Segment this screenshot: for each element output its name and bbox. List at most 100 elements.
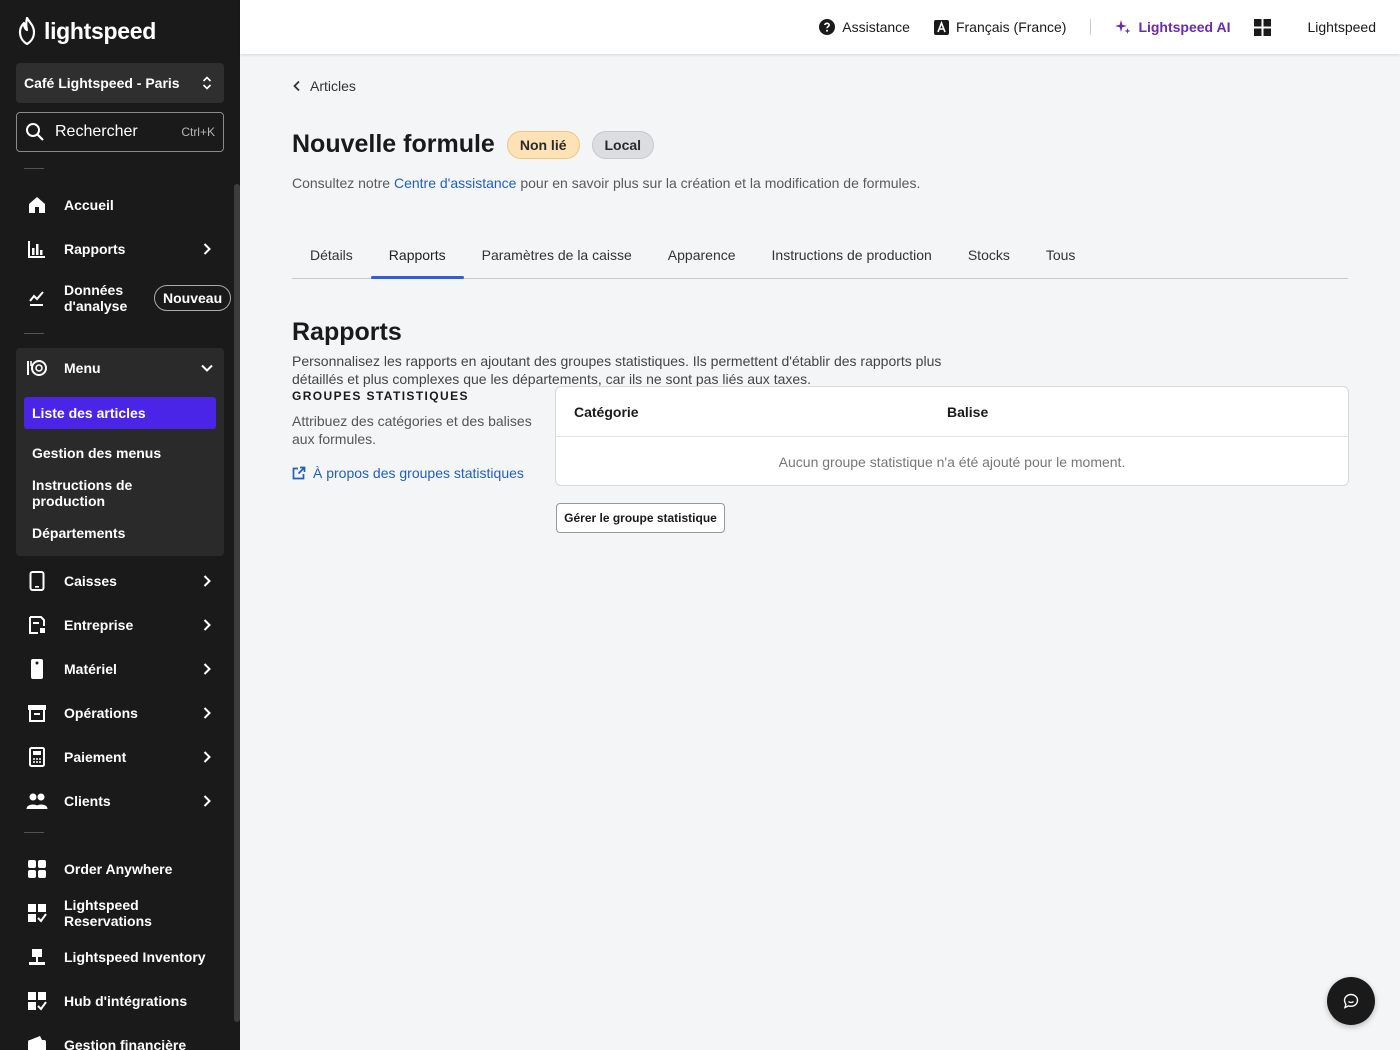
tablet-icon [26, 570, 48, 592]
sidebar-item-reservations[interactable]: Lightspeed Reservations [16, 893, 224, 933]
chevron-right-icon [203, 619, 211, 631]
external-link-icon [292, 466, 306, 480]
sidebar-item-label: Entreprise [64, 617, 134, 633]
ai-label: Lightspeed AI [1138, 19, 1231, 35]
label-line-1: Données [64, 282, 124, 298]
language-selector[interactable]: Français (France) [933, 19, 1067, 35]
tab-rapports[interactable]: Rapports [370, 232, 464, 279]
sidebar-item-hub-integrations[interactable]: Hub d'intégrations [16, 981, 224, 1021]
new-badge: Nouveau [154, 285, 232, 311]
search-shortcut: Ctrl+K [181, 125, 215, 139]
archive-icon [26, 702, 48, 724]
help-center-link[interactable]: Centre d'assistance [394, 175, 517, 191]
sidebar-item-clients[interactable]: Clients [16, 781, 224, 821]
chevron-down-icon [201, 364, 213, 372]
assistance-label: Assistance [842, 19, 910, 35]
trend-icon [26, 287, 48, 309]
apps-check-icon [26, 902, 48, 924]
column-header-tag: Balise [947, 404, 989, 420]
sidebar-subitem-departements[interactable]: Départements [24, 517, 216, 549]
tab-bar: Détails Rapports Paramètres de la caisse Ap… [292, 232, 1348, 279]
tab-tous[interactable]: Tous [1028, 232, 1094, 278]
sidebar-item-label: Paiement [64, 749, 127, 765]
sidebar-item-order-anywhere[interactable]: Order Anywhere [16, 849, 224, 889]
store-selector[interactable]: Café Lightspeed - Paris [16, 63, 224, 103]
brand-name: lightspeed [44, 17, 157, 44]
sidebar-item-caisses[interactable]: Caisses [16, 561, 224, 601]
tab-stocks[interactable]: Stocks [950, 232, 1028, 278]
account-menu[interactable]: Lightspeed [1307, 19, 1376, 35]
sidebar-subitem-instructions-production[interactable]: Instructions de production [24, 477, 216, 509]
store-name: Café Lightspeed - Paris [24, 75, 180, 91]
sidebar-item-operations[interactable]: Opérations [16, 693, 224, 733]
help-icon [819, 19, 836, 35]
chat-support-button[interactable] [1327, 977, 1375, 1025]
sidebar-search[interactable]: Rechercher Ctrl+K [16, 112, 224, 152]
breadcrumb-back-link[interactable]: Articles [292, 78, 356, 94]
language-icon [933, 19, 949, 35]
wallet-icon [26, 1034, 48, 1050]
sidebar-subitem-gestion-menus[interactable]: Gestion des menus [24, 437, 216, 469]
divider [24, 832, 44, 833]
search-label: Rechercher [55, 123, 138, 140]
app-switcher-button[interactable] [1254, 18, 1272, 36]
search-icon [26, 123, 44, 141]
label-line-2: d'analyse [64, 298, 128, 314]
sidebar-item-entreprise[interactable]: Entreprise [16, 605, 224, 645]
language-label: Français (France) [955, 19, 1067, 35]
chevron-right-icon [203, 751, 211, 763]
tab-instructions-de-production[interactable]: Instructions de production [754, 232, 950, 278]
lightspeed-logo[interactable]: lightspeed [16, 16, 156, 46]
sidebar-item-gestion-financiere[interactable]: Gestion financière [16, 1025, 224, 1050]
sidebar-item-donnees-analyse[interactable]: Données d'analyse Nouveau [16, 277, 232, 319]
sidebar-item-label: Lightspeed Inventory [64, 949, 206, 965]
help-suffix: pour en savoir plus sur la création et l… [516, 175, 921, 191]
tab-apparence[interactable]: Apparence [650, 232, 754, 278]
sidebar-subitem-liste-articles[interactable]: Liste des articles [24, 397, 216, 429]
sidebar-item-paiement[interactable]: Paiement [16, 737, 224, 777]
tab-parametres-de-la-caisse[interactable]: Paramètres de la caisse [464, 232, 650, 278]
users-icon [26, 790, 48, 812]
sidebar-item-label: Order Anywhere [64, 861, 173, 877]
statistics-groups-table: Catégorie Balise Aucun groupe statistiqu… [555, 386, 1349, 486]
sidebar-item-inventory[interactable]: Lightspeed Inventory [16, 937, 224, 977]
sidebar-item-rapports[interactable]: Rapports [16, 229, 224, 269]
table-header: Catégorie Balise [556, 387, 1348, 437]
chevron-right-icon [203, 663, 211, 675]
section-title: Rapports [292, 318, 402, 346]
sidebar-item-label: Menu [64, 360, 101, 376]
about-groups-label: À propos des groupes statistiques [313, 465, 524, 481]
title-row: Nouvelle formule Non lié Local [292, 130, 655, 159]
assistance-button[interactable]: Assistance [819, 19, 910, 35]
divider [24, 333, 44, 334]
sidebar-item-accueil[interactable]: Accueil [16, 185, 224, 225]
chevron-right-icon [203, 243, 211, 255]
status-badge-unlinked: Non lié [506, 130, 580, 159]
sidebar-item-label: Caisses [64, 573, 117, 589]
bar-chart-icon [26, 238, 48, 260]
chevron-right-icon [203, 707, 211, 719]
lightspeed-ai-button[interactable]: Lightspeed AI [1115, 19, 1230, 35]
sidebar-item-label: Matériel [64, 661, 117, 677]
section-description: Personnalisez les rapports en ajoutant d… [292, 353, 942, 387]
breadcrumb-label: Articles [310, 78, 356, 94]
apps-check-icon [26, 990, 48, 1012]
sidebar-item-label: Clients [64, 793, 111, 809]
tab-details[interactable]: Détails [292, 232, 371, 278]
sidebar-item-label: Hub d'intégrations [64, 993, 188, 1009]
help-text: Consultez notre Centre d'assistance pour… [292, 175, 920, 191]
sparkle-icon [1115, 20, 1131, 34]
inventory-icon [26, 946, 48, 968]
help-prefix: Consultez notre [292, 175, 394, 191]
sidebar-item-materiel[interactable]: Matériel [16, 649, 224, 689]
account-label: Lightspeed [1307, 19, 1376, 35]
empty-state-text: Aucun groupe statistique n'a été ajouté … [778, 453, 1126, 470]
page-title: Nouvelle formule [292, 130, 495, 158]
about-groups-link[interactable]: À propos des groupes statistiques [292, 465, 524, 481]
sidebar-scrollbar[interactable] [234, 184, 240, 1022]
manage-statistic-group-button[interactable]: Gérer le groupe statistique [556, 503, 725, 533]
sidebar-item-menu[interactable]: Menu [16, 348, 224, 388]
chevron-left-icon [293, 80, 300, 92]
flame-logo-icon [18, 17, 36, 45]
group-heading: GROUPES STATISTIQUES [292, 389, 469, 403]
